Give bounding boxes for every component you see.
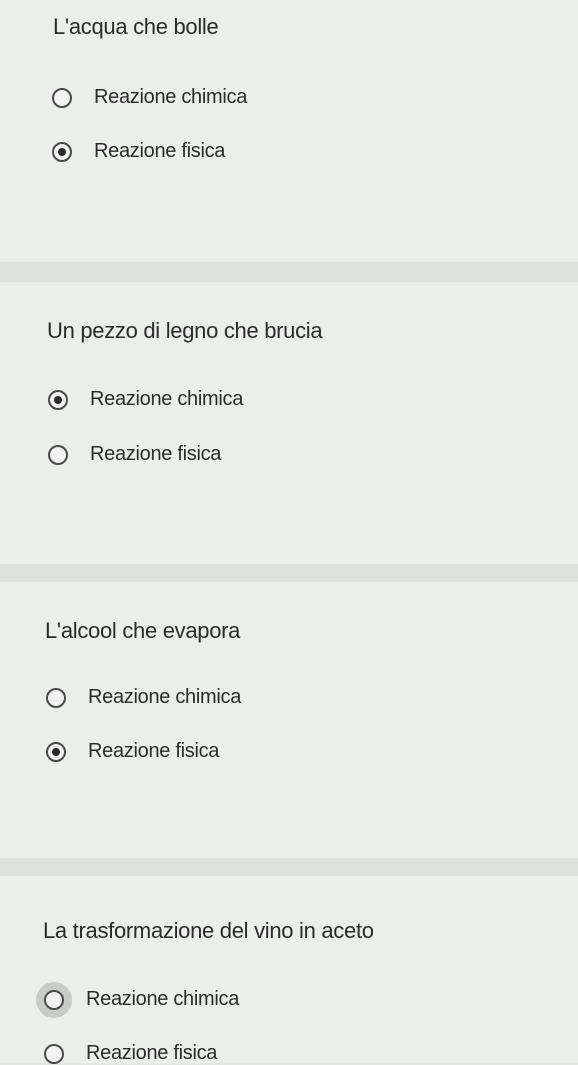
option-reazione-fisica[interactable]: Reazione fisica [44,1042,217,1065]
radio-button[interactable] [48,444,68,465]
option-label: Reazione chimica [94,86,248,108]
question-text: Un pezzo di legno che brucia [47,318,323,343]
card-separator [0,858,578,876]
card-separator [0,564,578,582]
question-text: L'acqua che bolle [53,14,219,39]
radio-button-selected[interactable] [48,389,68,410]
question-card-1: L'acqua che bolle Reazione chimica Reazi… [0,0,578,262]
question-text: La trasformazione del vino in aceto [43,918,374,943]
option-label: Reazione fisica [88,740,220,762]
radio-button[interactable] [52,87,72,108]
option-reazione-fisica[interactable]: Reazione fisica [46,740,219,763]
question-card-2: Un pezzo di legno che brucia Reazione ch… [0,282,578,564]
option-label: Reazione fisica [94,140,226,162]
option-label: Reazione fisica [86,1042,218,1064]
question-card-3: L'alcool che evapora Reazione chimica Re… [0,582,578,858]
option-reazione-chimica[interactable]: Reazione chimica [52,86,247,109]
option-label: Reazione chimica [88,686,242,708]
question-card-4: La trasformazione del vino in aceto Reaz… [0,876,578,1065]
card-separator [0,262,578,282]
option-reazione-fisica[interactable]: Reazione fisica [52,140,225,163]
option-reazione-chimica[interactable]: Reazione chimica [46,686,241,709]
option-reazione-chimica[interactable]: Reazione chimica [48,388,243,411]
radio-button-selected[interactable] [52,141,72,162]
question-text: L'alcool che evapora [45,618,241,643]
radio-button-selected[interactable] [46,741,66,762]
option-label: Reazione chimica [90,388,244,410]
radio-button[interactable] [44,1043,64,1064]
option-reazione-fisica[interactable]: Reazione fisica [48,443,221,466]
option-label: Reazione chimica [86,988,240,1010]
option-reazione-chimica[interactable]: Reazione chimica [44,988,239,1011]
radio-button[interactable] [46,687,66,708]
radio-button-focused[interactable] [44,989,64,1010]
option-label: Reazione fisica [90,443,222,465]
